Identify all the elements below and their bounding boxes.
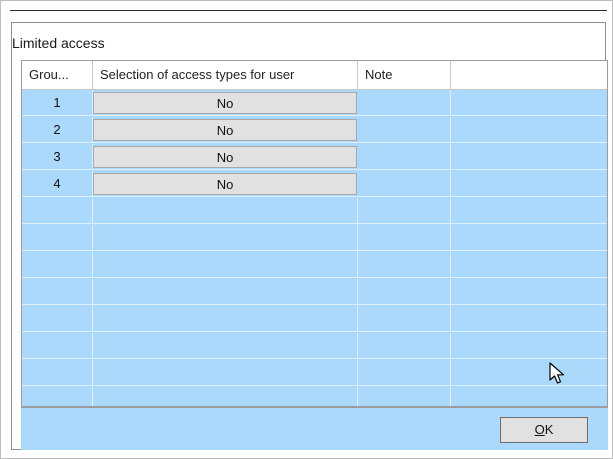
table-row[interactable]: 1 No: [22, 90, 607, 116]
grid-header: Grou... Selection of access types for us…: [22, 61, 607, 90]
empty-cell: [358, 333, 451, 359]
group-cell: 4: [22, 171, 93, 197]
empty-row[interactable]: [22, 225, 607, 251]
empty-cell: [358, 198, 451, 224]
empty-cell: [358, 279, 451, 305]
ok-mnemonic: O: [534, 422, 545, 437]
empty-row[interactable]: [22, 198, 607, 224]
group-cell: 3: [22, 144, 93, 170]
empty-cell: [358, 360, 451, 386]
dialog-title: Limited access: [12, 35, 105, 51]
table-row[interactable]: 2 No: [22, 117, 607, 143]
mouse-pointer-icon: [549, 362, 565, 384]
empty-cell: [22, 360, 93, 386]
table-row[interactable]: 4 No: [22, 171, 607, 197]
note-cell[interactable]: [358, 117, 451, 143]
empty-cell: [22, 279, 93, 305]
ok-label-rest: K: [544, 422, 554, 437]
empty-cell: [93, 198, 358, 224]
column-header-note[interactable]: Note: [358, 61, 451, 89]
empty-row[interactable]: [22, 252, 607, 278]
note-cell[interactable]: [358, 171, 451, 197]
empty-cell: [22, 225, 93, 251]
empty-cell: [93, 387, 358, 406]
background-window-edge: [10, 10, 607, 11]
empty-row[interactable]: [22, 360, 607, 386]
empty-cell: [358, 387, 451, 406]
column-header-group[interactable]: Grou...: [22, 61, 93, 89]
ok-button[interactable]: OK: [500, 417, 588, 443]
column-header-selection[interactable]: Selection of access types for user: [93, 61, 358, 89]
empty-cell: [358, 252, 451, 278]
empty-cell: [93, 252, 358, 278]
empty-cell: [22, 306, 93, 332]
group-cell: 1: [22, 90, 93, 116]
column-header-extra[interactable]: [451, 61, 607, 89]
empty-cell: [93, 333, 358, 359]
access-type-button[interactable]: No: [93, 119, 357, 141]
access-type-button[interactable]: No: [93, 92, 357, 114]
empty-row[interactable]: [22, 306, 607, 332]
empty-cell: [93, 360, 358, 386]
access-grid[interactable]: Grou... Selection of access types for us…: [21, 60, 608, 407]
table-row[interactable]: 3 No: [22, 144, 607, 170]
note-cell[interactable]: [358, 90, 451, 116]
empty-cell: [22, 333, 93, 359]
empty-row[interactable]: [22, 387, 607, 406]
empty-cell: [22, 198, 93, 224]
empty-cell: [358, 306, 451, 332]
empty-row[interactable]: [22, 279, 607, 305]
empty-row[interactable]: [22, 333, 607, 359]
note-cell[interactable]: [358, 144, 451, 170]
empty-cell: [22, 387, 93, 406]
empty-cell: [22, 252, 93, 278]
group-cell: 2: [22, 117, 93, 143]
access-type-button[interactable]: No: [93, 173, 357, 195]
empty-cell: [358, 225, 451, 251]
empty-cell: [93, 306, 358, 332]
empty-cell: [93, 225, 358, 251]
empty-cell: [93, 279, 358, 305]
access-type-button[interactable]: No: [93, 146, 357, 168]
